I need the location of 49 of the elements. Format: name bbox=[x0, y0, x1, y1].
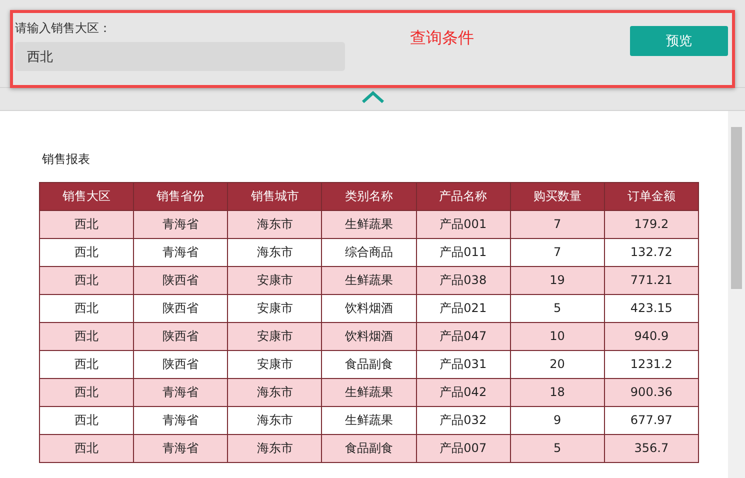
scrollbar-thumb[interactable] bbox=[731, 127, 742, 289]
table-cell: 179.2 bbox=[604, 210, 698, 238]
table-cell: 安康市 bbox=[228, 322, 322, 350]
table-cell: 356.7 bbox=[604, 434, 698, 462]
table-cell: 生鲜蔬果 bbox=[322, 210, 416, 238]
table-cell: 青海省 bbox=[134, 434, 228, 462]
column-header: 订单金额 bbox=[604, 182, 698, 210]
table-cell: 西北 bbox=[40, 266, 134, 294]
table-cell: 青海省 bbox=[134, 378, 228, 406]
table-cell: 19 bbox=[510, 266, 604, 294]
column-header: 销售城市 bbox=[228, 182, 322, 210]
column-header: 销售省份 bbox=[134, 182, 228, 210]
table-cell: 陕西省 bbox=[134, 266, 228, 294]
collapse-chevron-icon[interactable] bbox=[360, 91, 384, 103]
table-cell: 西北 bbox=[40, 434, 134, 462]
table-cell: 940.9 bbox=[604, 322, 698, 350]
table-cell: 海东市 bbox=[228, 434, 322, 462]
table-cell: 西北 bbox=[40, 210, 134, 238]
annotation-label: 查询条件 bbox=[410, 28, 474, 49]
table-cell: 西北 bbox=[40, 322, 134, 350]
table-cell: 771.21 bbox=[604, 266, 698, 294]
column-header: 销售大区 bbox=[40, 182, 134, 210]
table-cell: 产品047 bbox=[416, 322, 510, 350]
field-label: 请输入销售大区： bbox=[15, 20, 112, 37]
table-cell: 青海省 bbox=[134, 210, 228, 238]
table-cell: 10 bbox=[510, 322, 604, 350]
table-cell: 海东市 bbox=[228, 210, 322, 238]
table-cell: 900.36 bbox=[604, 378, 698, 406]
table-cell: 产品038 bbox=[416, 266, 510, 294]
table-cell: 产品042 bbox=[416, 378, 510, 406]
table-cell: 食品副食 bbox=[322, 434, 416, 462]
table-cell: 海东市 bbox=[228, 378, 322, 406]
table-cell: 产品007 bbox=[416, 434, 510, 462]
report-title: 销售报表 bbox=[42, 151, 90, 168]
table-cell: 饮料烟酒 bbox=[322, 322, 416, 350]
table-cell: 安康市 bbox=[228, 266, 322, 294]
table-cell: 陕西省 bbox=[134, 322, 228, 350]
column-header: 购买数量 bbox=[510, 182, 604, 210]
table-cell: 7 bbox=[510, 210, 604, 238]
region-field[interactable]: 西北 bbox=[15, 42, 345, 71]
scrollbar[interactable] bbox=[728, 111, 745, 478]
column-header: 类别名称 bbox=[322, 182, 416, 210]
table-cell: 产品001 bbox=[416, 210, 510, 238]
column-header: 产品名称 bbox=[416, 182, 510, 210]
table-cell: 西北 bbox=[40, 378, 134, 406]
table-cell: 18 bbox=[510, 378, 604, 406]
table-cell: 生鲜蔬果 bbox=[322, 266, 416, 294]
table-cell: 生鲜蔬果 bbox=[322, 378, 416, 406]
table-cell: 5 bbox=[510, 434, 604, 462]
